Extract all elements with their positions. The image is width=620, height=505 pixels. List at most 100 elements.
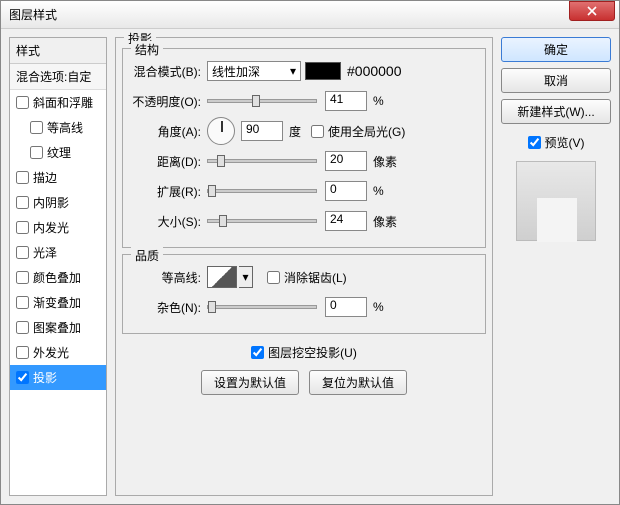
contour-picker[interactable] — [207, 266, 237, 288]
size-unit: 像素 — [373, 213, 397, 230]
style-item-label: 斜面和浮雕 — [33, 94, 93, 111]
quality-group: 品质 等高线: ▾ 消除锯齿(L) 杂色(N): 0 — [122, 254, 486, 334]
opacity-label: 不透明度(O): — [131, 93, 207, 110]
style-item-label: 内发光 — [33, 219, 69, 236]
style-item-checkbox[interactable] — [16, 371, 29, 384]
global-light-label: 使用全局光(G) — [328, 123, 405, 140]
style-item-checkbox[interactable] — [16, 321, 29, 334]
style-item-checkbox[interactable] — [30, 146, 43, 159]
cancel-button[interactable]: 取消 — [501, 68, 611, 93]
angle-dial[interactable] — [207, 117, 235, 145]
size-label: 大小(S): — [131, 213, 207, 230]
knockout-label: 图层挖空投影(U) — [268, 344, 357, 361]
noise-field[interactable]: 0 — [325, 297, 367, 317]
global-light-input[interactable] — [311, 125, 324, 138]
distance-slider[interactable] — [207, 159, 317, 163]
style-item-checkbox[interactable] — [16, 271, 29, 284]
preview-label: 预览(V) — [545, 134, 585, 151]
style-item-label: 颜色叠加 — [33, 269, 81, 286]
styles-header: 样式 — [10, 38, 106, 64]
reset-default-button[interactable]: 复位为默认值 — [309, 370, 407, 395]
style-item-4[interactable]: 内阴影 — [10, 190, 106, 215]
distance-unit: 像素 — [373, 153, 397, 170]
style-item-6[interactable]: 光泽 — [10, 240, 106, 265]
antialias-checkbox[interactable]: 消除锯齿(L) — [267, 269, 347, 286]
knockout-input[interactable] — [251, 346, 264, 359]
opacity-field[interactable]: 41 — [325, 91, 367, 111]
structure-legend: 结构 — [131, 41, 163, 58]
make-default-button[interactable]: 设置为默认值 — [201, 370, 299, 395]
color-swatch[interactable] — [305, 62, 341, 80]
action-panel: 确定 取消 新建样式(W)... 预览(V) — [501, 37, 611, 496]
size-field[interactable]: 24 — [325, 211, 367, 231]
style-item-checkbox[interactable] — [30, 121, 43, 134]
preview-input[interactable] — [528, 136, 541, 149]
style-item-label: 外发光 — [33, 344, 69, 361]
noise-slider[interactable] — [207, 305, 317, 309]
style-item-8[interactable]: 渐变叠加 — [10, 290, 106, 315]
noise-unit: % — [373, 300, 384, 314]
close-icon — [587, 6, 597, 16]
chevron-down-icon: ▾ — [290, 64, 296, 78]
settings-panel: 投影 结构 混合模式(B): 线性加深 ▾ #000000 不透明度(O): — [115, 37, 493, 496]
blend-mode-label: 混合模式(B): — [131, 63, 207, 80]
new-style-button[interactable]: 新建样式(W)... — [501, 99, 611, 124]
angle-label: 角度(A): — [131, 123, 207, 140]
window-title: 图层样式 — [9, 6, 569, 23]
spread-unit: % — [373, 184, 384, 198]
ok-button[interactable]: 确定 — [501, 37, 611, 62]
antialias-label: 消除锯齿(L) — [284, 269, 347, 286]
style-item-checkbox[interactable] — [16, 221, 29, 234]
style-item-checkbox[interactable] — [16, 171, 29, 184]
style-item-checkbox[interactable] — [16, 296, 29, 309]
style-item-label: 图案叠加 — [33, 319, 81, 336]
style-item-10[interactable]: 外发光 — [10, 340, 106, 365]
preview-checkbox[interactable]: 预览(V) — [501, 134, 611, 151]
style-item-5[interactable]: 内发光 — [10, 215, 106, 240]
spread-field[interactable]: 0 — [325, 181, 367, 201]
opacity-slider[interactable] — [207, 99, 317, 103]
angle-field[interactable]: 90 — [241, 121, 283, 141]
layer-style-dialog: 图层样式 样式 混合选项:自定 斜面和浮雕等高线纹理描边内阴影内发光光泽颜色叠加… — [0, 0, 620, 505]
style-item-label: 等高线 — [47, 119, 83, 136]
style-item-checkbox[interactable] — [16, 196, 29, 209]
titlebar: 图层样式 — [1, 1, 619, 29]
style-item-1[interactable]: 等高线 — [10, 115, 106, 140]
antialias-input[interactable] — [267, 271, 280, 284]
style-item-label: 描边 — [33, 169, 57, 186]
style-item-checkbox[interactable] — [16, 96, 29, 109]
style-item-11[interactable]: 投影 — [10, 365, 106, 390]
style-item-3[interactable]: 描边 — [10, 165, 106, 190]
noise-label: 杂色(N): — [131, 299, 207, 316]
styles-list-panel: 样式 混合选项:自定 斜面和浮雕等高线纹理描边内阴影内发光光泽颜色叠加渐变叠加图… — [9, 37, 107, 496]
distance-label: 距离(D): — [131, 153, 207, 170]
contour-label: 等高线: — [131, 269, 207, 286]
chevron-down-icon: ▾ — [242, 270, 248, 284]
distance-field[interactable]: 20 — [325, 151, 367, 171]
style-list: 斜面和浮雕等高线纹理描边内阴影内发光光泽颜色叠加渐变叠加图案叠加外发光投影 — [10, 90, 106, 390]
quality-legend: 品质 — [131, 247, 163, 264]
opacity-unit: % — [373, 94, 384, 108]
style-item-0[interactable]: 斜面和浮雕 — [10, 90, 106, 115]
spread-label: 扩展(R): — [131, 183, 207, 200]
blend-options-row[interactable]: 混合选项:自定 — [10, 64, 106, 90]
style-item-checkbox[interactable] — [16, 346, 29, 359]
style-item-2[interactable]: 纹理 — [10, 140, 106, 165]
style-item-checkbox[interactable] — [16, 246, 29, 259]
color-hex: #000000 — [347, 63, 402, 79]
style-item-label: 光泽 — [33, 244, 57, 261]
knockout-checkbox[interactable]: 图层挖空投影(U) — [251, 344, 357, 361]
style-item-label: 内阴影 — [33, 194, 69, 211]
blend-mode-value: 线性加深 — [212, 63, 260, 80]
structure-group: 结构 混合模式(B): 线性加深 ▾ #000000 不透明度(O): 41 — [122, 48, 486, 248]
blend-mode-combo[interactable]: 线性加深 ▾ — [207, 61, 301, 81]
style-item-9[interactable]: 图案叠加 — [10, 315, 106, 340]
size-slider[interactable] — [207, 219, 317, 223]
close-button[interactable] — [569, 1, 615, 21]
angle-unit: 度 — [289, 123, 301, 140]
style-item-7[interactable]: 颜色叠加 — [10, 265, 106, 290]
contour-dropdown[interactable]: ▾ — [239, 266, 253, 288]
spread-slider[interactable] — [207, 189, 317, 193]
global-light-checkbox[interactable]: 使用全局光(G) — [311, 123, 405, 140]
style-item-label: 纹理 — [47, 144, 71, 161]
